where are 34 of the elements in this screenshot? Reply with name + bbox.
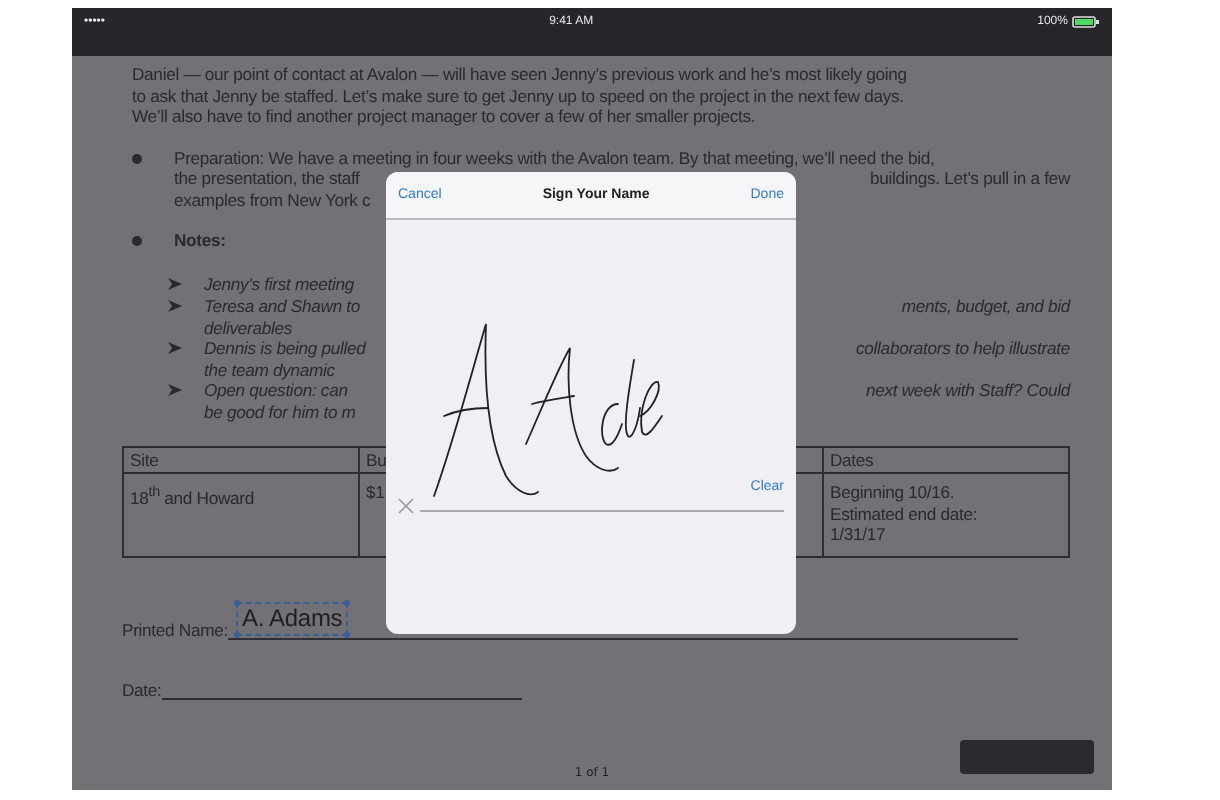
battery-icon [1071, 16, 1100, 28]
document-text: examples from New York c [174, 189, 371, 210]
toolbar-panel [960, 740, 1094, 774]
close-icon [398, 498, 414, 514]
document-text: the presentation, the staff [174, 168, 360, 189]
arrowhead-bullet-icon [168, 277, 182, 289]
document-text: Notes: [174, 230, 226, 251]
document-text: next week with Staff? Could [866, 380, 1070, 401]
document-text: Preparation: We have a meeting in four weeks with the Avalon team. By that meeting, we’ll need the bid, [174, 147, 935, 168]
document-text: Daniel — our point of contact at Avalon — will have seen Jenny’s previous work and he’s most likely going [132, 64, 907, 85]
table-cell: 18$^{th}$ and Howard [124, 474, 360, 556]
table-header: Site [124, 448, 360, 474]
arrowhead-bullet-icon [168, 300, 182, 312]
document-text: be good for him to m [204, 401, 356, 422]
printed-name-label: Printed Name: [122, 620, 228, 640]
document-text: Teresa and Shawn to [204, 296, 361, 317]
document-text: We’ll also have to find another project manager to cover a few of her smaller projects. [132, 106, 756, 127]
printed-name-field[interactable]: A. Adams [235, 602, 349, 636]
document-text: deliverables [204, 317, 293, 338]
document-text: Dennis is being pulled [204, 338, 366, 359]
document-text: ments, budget, and bid [901, 296, 1070, 317]
table-header: Dates [824, 448, 1068, 474]
document-text: Open question: can [204, 380, 348, 401]
document-text: to ask that Jenny be staffed. Let’s make sure to get Jenny up to speed on the project in the next few days. [132, 85, 904, 106]
document-text: collaborators to help illustrate [856, 338, 1070, 359]
date-label: Date: [122, 680, 162, 700]
bullet-icon [132, 153, 142, 163]
table-cell-text: Beginning 10/16. Estimated end date: 1/31/17 [828, 480, 980, 548]
arrowhead-bullet-icon [168, 342, 182, 354]
document-text: Jenny’s first meeting [204, 273, 355, 294]
bullet-icon [132, 236, 142, 246]
document-text: buildings. Let’s pull in a few [870, 168, 1070, 189]
arrowhead-bullet-icon [168, 384, 182, 396]
document-text: the team dynamic [204, 359, 335, 380]
